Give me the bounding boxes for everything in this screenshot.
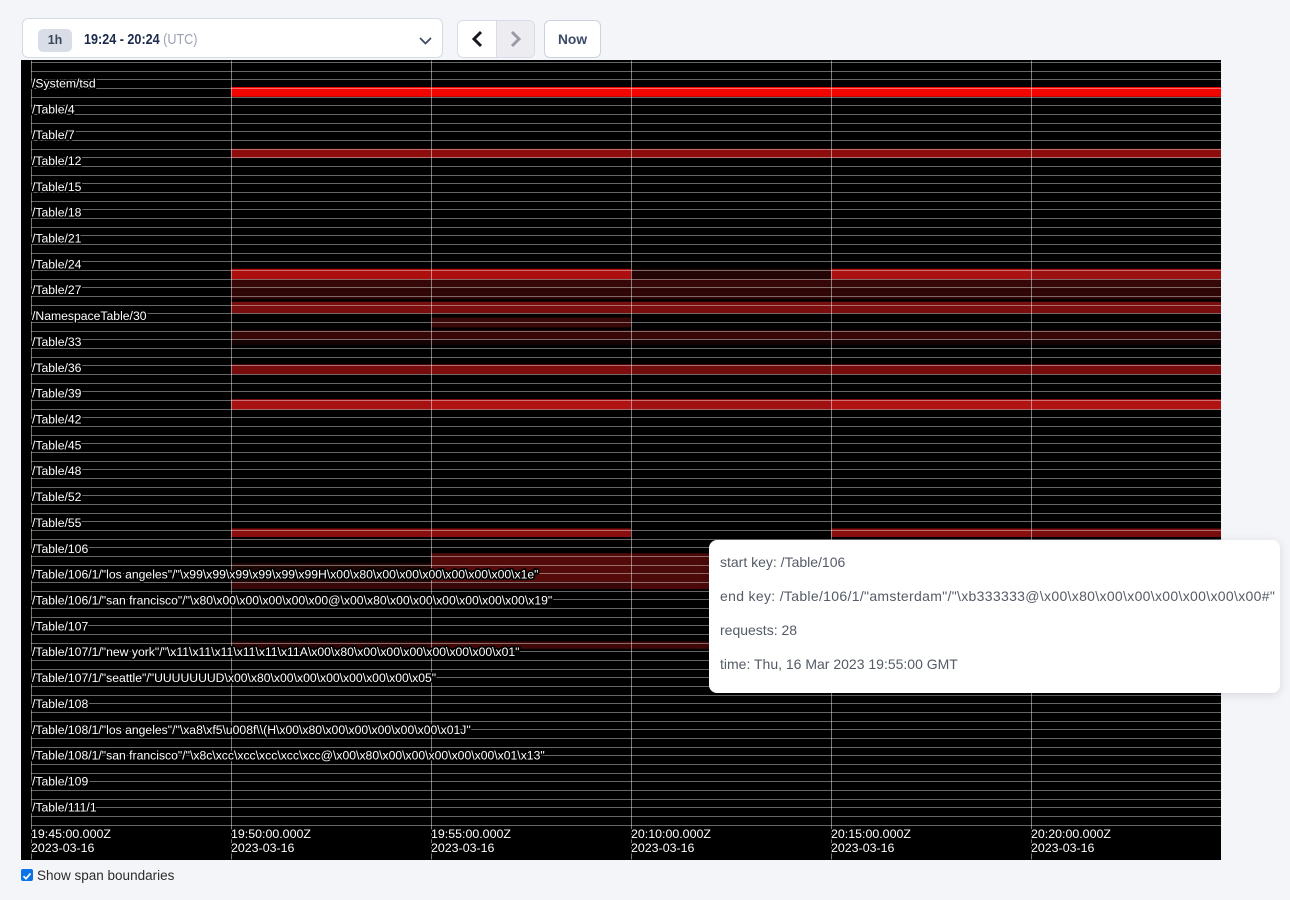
svg-text:/Table/45: /Table/45 <box>32 438 82 452</box>
svg-text:2023-03-16: 2023-03-16 <box>831 841 894 855</box>
svg-text:2023-03-16: 2023-03-16 <box>231 841 294 855</box>
svg-text:/Table/15: /Table/15 <box>32 180 82 194</box>
svg-text:/Table/48: /Table/48 <box>32 464 82 478</box>
svg-text:/Table/106/1/"san francisco"/": /Table/106/1/"san francisco"/"\x80\x00\x… <box>32 594 552 608</box>
svg-text:/Table/55: /Table/55 <box>32 516 82 530</box>
svg-text:/Table/108/1/"los angeles"/"\x: /Table/108/1/"los angeles"/"\xa8\xf5\u00… <box>32 723 471 737</box>
svg-text:/Table/108: /Table/108 <box>32 697 88 711</box>
svg-text:/Table/107: /Table/107 <box>32 619 88 633</box>
svg-text:/Table/108/1/"san francisco"/": /Table/108/1/"san francisco"/"\x8c\xcc\x… <box>32 749 545 763</box>
svg-text:2023-03-16: 2023-03-16 <box>31 841 94 855</box>
svg-text:/System/tsd: /System/tsd <box>32 76 96 90</box>
svg-text:/Table/109: /Table/109 <box>32 775 88 789</box>
svg-text:19:50:00.000Z: 19:50:00.000Z <box>231 827 311 841</box>
svg-text:/Table/106: /Table/106 <box>32 542 88 556</box>
svg-text:20:10:00.000Z: 20:10:00.000Z <box>631 827 711 841</box>
svg-text:19:55:00.000Z: 19:55:00.000Z <box>431 827 511 841</box>
svg-text:2023-03-16: 2023-03-16 <box>431 841 494 855</box>
svg-text:/Table/12: /Table/12 <box>32 154 82 168</box>
svg-text:/Table/33: /Table/33 <box>32 335 82 349</box>
svg-text:19:45:00.000Z: 19:45:00.000Z <box>31 827 111 841</box>
svg-text:/Table/39: /Table/39 <box>32 387 82 401</box>
svg-text:/Table/106/1/"los angeles"/"\x: /Table/106/1/"los angeles"/"\x99\x99\x99… <box>32 568 538 582</box>
svg-text:/Table/36: /Table/36 <box>32 361 82 375</box>
svg-text:/Table/107/1/"new york"/"\x11\: /Table/107/1/"new york"/"\x11\x11\x11\x1… <box>32 645 520 659</box>
svg-text:/Table/4: /Table/4 <box>32 102 75 116</box>
svg-text:/Table/52: /Table/52 <box>32 490 82 504</box>
svg-text:/NamespaceTable/30: /NamespaceTable/30 <box>32 309 147 323</box>
svg-text:/Table/18: /Table/18 <box>32 206 82 220</box>
svg-text:/Table/24: /Table/24 <box>32 257 82 271</box>
svg-text:/Table/111/1: /Table/111/1 <box>32 800 97 814</box>
svg-text:20:15:00.000Z: 20:15:00.000Z <box>831 827 911 841</box>
svg-text:/Table/27: /Table/27 <box>32 283 82 297</box>
svg-text:/Table/21: /Table/21 <box>32 232 82 246</box>
svg-text:/Table/107/1/"seattle"/"UUUUUU: /Table/107/1/"seattle"/"UUUUUUUD\x00\x80… <box>32 671 436 685</box>
svg-text:2023-03-16: 2023-03-16 <box>1031 841 1094 855</box>
svg-text:2023-03-16: 2023-03-16 <box>631 841 694 855</box>
svg-text:20:20:00.000Z: 20:20:00.000Z <box>1031 827 1111 841</box>
svg-text:/Table/42: /Table/42 <box>32 413 82 427</box>
svg-text:/Table/7: /Table/7 <box>32 128 75 142</box>
